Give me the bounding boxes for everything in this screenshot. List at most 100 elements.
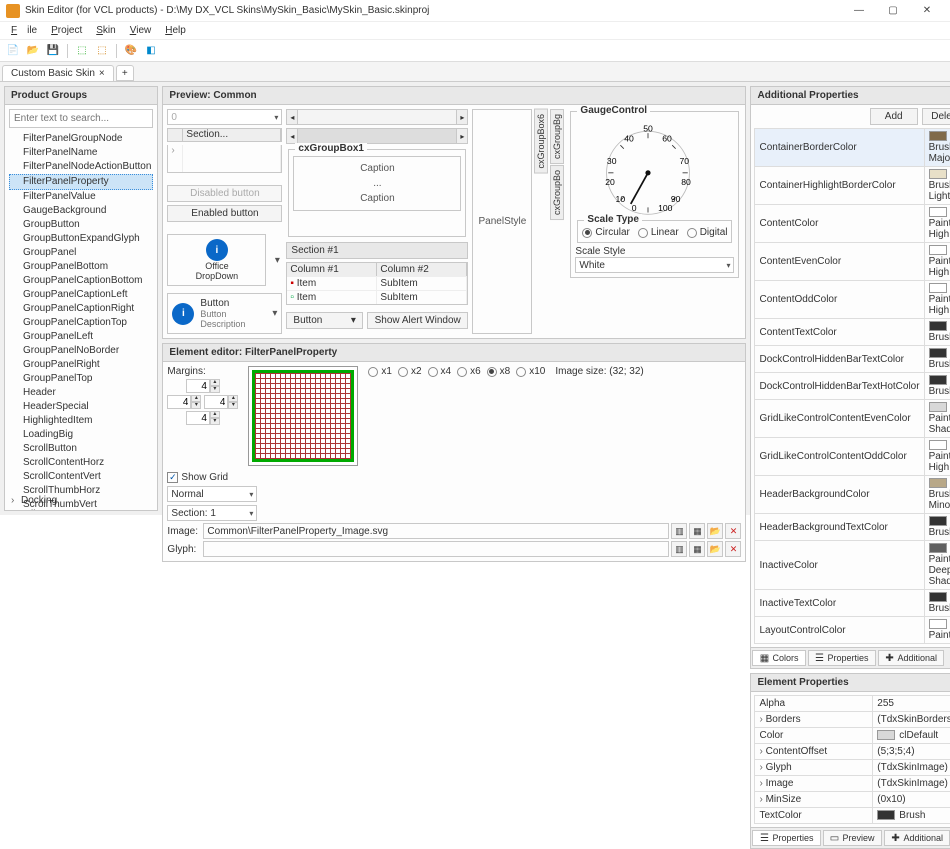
show-grid-checkbox[interactable]: ✓Show Grid [167,472,228,483]
additional-tabs[interactable]: ▦Colors☰Properties✚Additional [751,647,950,668]
glyph-edit-icon[interactable]: ▥ [671,541,687,557]
additional-props-table[interactable]: ContainerBorderColorBrush MajorContainer… [754,128,950,644]
image-edit-icon[interactable]: ▥ [671,523,687,539]
section-header[interactable]: Section #1 [286,242,468,259]
maximize-button[interactable]: ▢ [876,1,910,21]
tree-node[interactable]: Header [9,386,153,400]
menu-view[interactable]: View [125,23,157,38]
margin-right-spin[interactable]: ▴▾ [204,395,238,409]
tree-node[interactable]: GroupPanelBottom [9,260,153,274]
element-props-tabs[interactable]: ☰Properties▭Preview✚Additional [751,827,950,848]
tree-node[interactable]: GroupPanelCaptionRight [9,302,153,316]
tree-node[interactable]: FilterPanelProperty [9,174,153,190]
horizontal-scroller-b[interactable]: ◂▸ [286,128,468,144]
radio-circular[interactable]: Circular [582,227,629,238]
scale-radio-x10[interactable]: x10 [516,366,545,377]
tool-new-icon[interactable]: 📄 [4,42,22,60]
tree-node[interactable]: ScrollContentHorz [9,456,153,470]
tree-node[interactable]: FilterPanelNodeActionButton [9,160,153,174]
tree-node[interactable]: GroupPanel [9,246,153,260]
tab-properties[interactable]: ☰Properties [808,650,876,666]
close-button[interactable]: ✕ [910,1,944,21]
horizontal-scroller[interactable]: ◂▸ [286,109,468,125]
chevron-down-icon[interactable]: ▾ [272,308,277,319]
glyph-path-input[interactable] [203,541,669,557]
enabled-button[interactable]: Enabled button [167,205,282,222]
image-path-input[interactable]: Common\FilterPanelProperty_Image.svg [203,523,669,539]
scale-radio-x4[interactable]: x4 [428,366,452,377]
tab-close-icon[interactable]: × [99,68,105,79]
radio-digital[interactable]: Digital [687,227,728,238]
show-alert-button[interactable]: Show Alert Window [367,312,469,329]
button-description-card[interactable]: i Button Button Description ▾ [167,293,282,334]
tree-node[interactable]: GroupPanelCaptionBottom [9,274,153,288]
margin-top-spin[interactable]: ▴▾ [186,379,220,393]
tool-save-icon[interactable]: 💾 [44,42,62,60]
tab-additional[interactable]: ✚Additional [878,650,945,666]
menu-project[interactable]: Project [46,23,87,38]
tree-node[interactable]: LoadingBig [9,428,153,442]
tree-node[interactable]: GroupPanelLeft [9,330,153,344]
search-input[interactable] [9,109,153,128]
image-grid-icon[interactable]: ▦ [689,523,705,539]
tree-node[interactable]: GroupButtonExpandGlyph [9,232,153,246]
tool-open-icon[interactable]: 📂 [24,42,42,60]
tree-node[interactable]: GroupPanelRight [9,358,153,372]
menu-file[interactable]: File [6,23,42,38]
tool-add-icon[interactable]: ⬚ [73,42,91,60]
tree-node[interactable]: HeaderSpecial [9,400,153,414]
tool-palette-icon[interactable]: 🎨 [122,42,140,60]
tree-node[interactable]: GroupPanelCaptionLeft [9,288,153,302]
scale-radio-x2[interactable]: x2 [398,366,422,377]
element-props-table[interactable]: Alpha255› Borders(TdxSkinBorders) Colorc… [754,695,950,824]
tool-skin-icon[interactable]: ◧ [142,42,160,60]
image-clear-icon[interactable]: ✕ [725,523,741,539]
tool-relation-icon[interactable]: ⬚ [93,42,111,60]
product-groups-tree[interactable]: FilterPanelGroupNodeFilterPanelNameFilte… [9,132,153,492]
vtab-groupbox6[interactable]: cxGroupBox6 [534,109,548,174]
section-grid[interactable]: › [167,145,282,173]
chevron-down-icon[interactable]: ▾ [272,255,282,266]
tree-node[interactable]: ScrollContentVert [9,470,153,484]
tab-properties[interactable]: ☰Properties [752,830,820,846]
tree-node[interactable]: FilterPanelName [9,146,153,160]
tab-additional[interactable]: ✚Additional [884,830,950,846]
add-button[interactable]: Add [870,108,918,125]
tree-node[interactable]: GaugeBackground [9,204,153,218]
tree-node[interactable]: GroupPanelCaptionTop [9,316,153,330]
vtab-groupbg[interactable]: cxGroupBg [550,109,564,164]
margin-left-spin[interactable]: ▴▾ [167,395,201,409]
glyph-grid-icon[interactable]: ▦ [689,541,705,557]
menu-skin[interactable]: Skin [91,23,120,38]
menu-help[interactable]: Help [160,23,191,38]
tree-node[interactable]: ScrollButton [9,442,153,456]
margin-bottom-spin[interactable]: ▴▾ [186,411,220,425]
minimize-button[interactable]: — [842,1,876,21]
tree-node[interactable]: FilterPanelGroupNode [9,132,153,146]
scale-radio-x6[interactable]: x6 [457,366,481,377]
scale-radios[interactable]: x1x2x4x6x8x10Image size: (32; 32) [368,366,643,377]
tab-custom-basic-skin[interactable]: Custom Basic Skin × [2,65,114,81]
tree-node[interactable]: FilterPanelValue [9,190,153,204]
tree-node[interactable]: GroupButton [9,218,153,232]
state-combo[interactable]: Normal [167,486,257,502]
delete-button[interactable]: Delete [922,108,950,125]
scale-style-combo[interactable]: White [575,257,734,273]
preview-list[interactable]: Column #1Column #2 ▪ ItemSubItem ▫ ItemS… [286,262,468,305]
tree-node[interactable]: GroupPanelNoBorder [9,344,153,358]
radio-linear[interactable]: Linear [638,227,679,238]
tab-preview[interactable]: ▭Preview [823,830,882,846]
scale-radio-x8[interactable]: x8 [487,366,511,377]
office-dropdown-button[interactable]: i Office DropDown [167,234,266,286]
tab-colors[interactable]: ▦Colors [752,650,805,666]
vtab-groupbo[interactable]: cxGroupBo [550,165,564,220]
tree-node[interactable]: GroupPanelTop [9,372,153,386]
tab-add-button[interactable]: + [116,65,134,81]
glyph-clear-icon[interactable]: ✕ [725,541,741,557]
scale-radio-x1[interactable]: x1 [368,366,392,377]
preview-combo[interactable]: 0 [167,109,282,125]
section-combo[interactable]: Section: 1 [167,505,257,521]
image-open-icon[interactable]: 📂 [707,523,723,539]
tree-node[interactable]: HighlightedItem [9,414,153,428]
glyph-open-icon[interactable]: 📂 [707,541,723,557]
